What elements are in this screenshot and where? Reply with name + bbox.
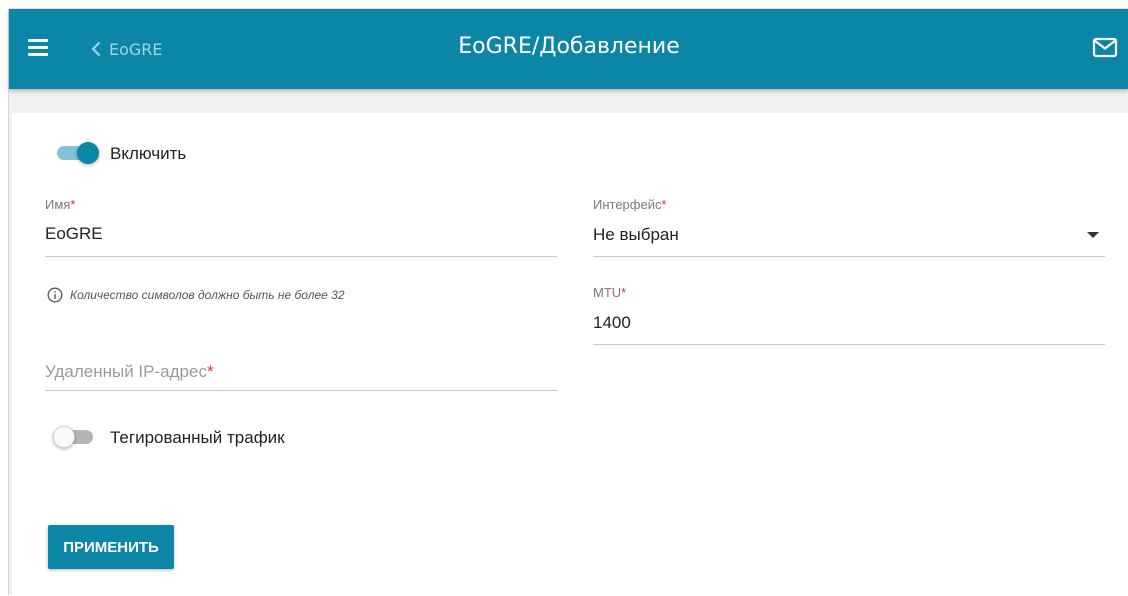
name-field[interactable]: Имя* EoGRE	[45, 197, 557, 257]
page-title: EoGRE/Добавление	[458, 34, 680, 59]
name-label: Имя*	[45, 197, 76, 212]
hamburger-menu-icon[interactable]	[27, 36, 51, 60]
enable-toggle[interactable]	[55, 142, 101, 164]
toggle-knob	[53, 426, 75, 448]
interface-label: Интерфейс*	[593, 197, 667, 212]
name-hint-text: Количество символов должно быть не более…	[70, 288, 345, 302]
toggle-knob	[77, 142, 99, 164]
tagged-traffic-toggle[interactable]	[53, 426, 99, 448]
mtu-label: MTU*	[593, 285, 627, 300]
app-frame: EoGRE EoGRE/Добавление Включить Имя* EoG…	[8, 8, 1128, 596]
remote-ip-placeholder: Удаленный IP-адрес*	[45, 362, 214, 381]
mtu-value: 1400	[593, 313, 631, 332]
remote-ip-field[interactable]: Удаленный IP-адрес*	[45, 359, 557, 391]
name-hint: Количество символов должно быть не более…	[47, 287, 345, 303]
tagged-traffic-label: Тегированный трафик	[110, 428, 285, 447]
chevron-left-icon	[91, 41, 101, 57]
interface-value: Не выбран	[593, 225, 679, 244]
info-icon	[47, 287, 63, 303]
mtu-field[interactable]: MTU* 1400	[593, 285, 1105, 345]
envelope-icon[interactable]	[1092, 37, 1118, 59]
name-value: EoGRE	[45, 224, 103, 243]
form-card: Включить Имя* EoGRE Количество символов …	[12, 113, 1128, 596]
back-link[interactable]: EoGRE	[91, 35, 163, 63]
enable-label: Включить	[110, 144, 187, 163]
back-link-label: EoGRE	[109, 39, 163, 59]
apply-button[interactable]: ПРИМЕНИТЬ	[48, 525, 174, 569]
top-bar: EoGRE EoGRE/Добавление	[9, 9, 1128, 89]
dropdown-arrow-icon	[1087, 232, 1099, 238]
interface-select[interactable]: Интерфейс* Не выбран	[593, 197, 1105, 257]
